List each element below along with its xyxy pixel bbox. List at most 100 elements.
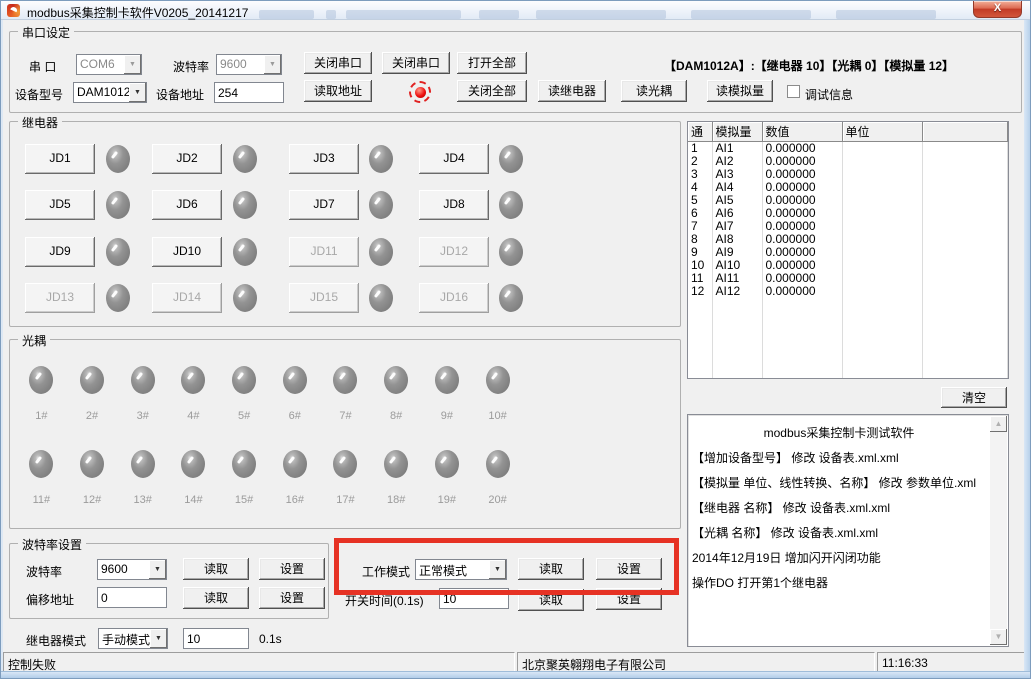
- close-serial-button-2[interactable]: 关闭串口: [382, 52, 450, 74]
- opto-channel-label: 19#: [438, 494, 456, 506]
- switch-time-set-button[interactable]: 设置: [596, 588, 662, 610]
- switch-time-label: 开关时间(0.1s): [345, 592, 424, 609]
- open-all-button[interactable]: 打开全部: [457, 52, 527, 74]
- opto-channel: 4#: [168, 366, 219, 422]
- opto-channel-label: 5#: [238, 410, 250, 422]
- status-time: 11:16:33: [877, 652, 1027, 672]
- read-address-button[interactable]: 读取地址: [304, 80, 372, 102]
- window-border-right: [1024, 20, 1030, 671]
- relay-button-jd5[interactable]: JD5: [25, 190, 95, 220]
- offset-set-button[interactable]: 设置: [259, 587, 325, 609]
- opto-channel: 15#: [219, 450, 270, 506]
- baud-set-combobox[interactable]: 9600 ▼: [97, 559, 167, 580]
- relay-group: 继电器 JD1JD2JD3JD4JD5JD6JD7JD8JD9JD10JD11J…: [9, 121, 681, 327]
- opto-led-icon: [29, 366, 53, 394]
- window-border-bottom: [1, 671, 1030, 678]
- opto-channel-label: 11#: [33, 494, 51, 506]
- table-row: 7AI70.000000: [688, 220, 1008, 233]
- opto-channel: 9#: [422, 366, 473, 422]
- table-row: 1AI10.000000: [688, 142, 1008, 156]
- analog-table-header-cell: 单位: [842, 122, 922, 142]
- close-button[interactable]: X: [973, 1, 1022, 18]
- baud-set-button[interactable]: 设置: [259, 558, 325, 580]
- model-value: DAM1012A: [74, 83, 129, 102]
- opto-channel: 3#: [117, 366, 168, 422]
- scroll-down-icon[interactable]: ▼: [990, 629, 1007, 645]
- titlebar: modbus采集控制卡软件V0205_20141217 X: [1, 1, 1030, 20]
- relay-led-icon: [106, 191, 130, 219]
- app-icon: [7, 4, 20, 17]
- relay-button-jd3[interactable]: JD3: [289, 144, 359, 174]
- clear-button[interactable]: 清空: [941, 387, 1007, 408]
- relay-button-jd9[interactable]: JD9: [25, 237, 95, 267]
- relay-button-jd6[interactable]: JD6: [152, 190, 222, 220]
- read-opto-button[interactable]: 读光耦: [621, 80, 687, 102]
- relay-button-jd4[interactable]: JD4: [419, 144, 489, 174]
- relay-mode-time-input[interactable]: [183, 628, 249, 649]
- relay-led-icon: [499, 238, 523, 266]
- model-combobox[interactable]: DAM1012A ▼: [73, 82, 147, 103]
- opto-channel: 19#: [422, 450, 473, 506]
- analog-table-header-cell: [922, 122, 1008, 142]
- relay-led-icon: [106, 284, 130, 312]
- relay-mode-unit-label: 0.1s: [259, 632, 282, 646]
- relay-led-icon: [233, 145, 257, 173]
- switch-time-input[interactable]: [439, 588, 509, 609]
- chevron-down-icon: ▼: [150, 629, 167, 648]
- opto-channel: 6#: [269, 366, 320, 422]
- debug-label: 调试信息: [805, 86, 853, 103]
- close-serial-button-1[interactable]: 关闭串口: [304, 52, 372, 74]
- close-all-button[interactable]: 关闭全部: [457, 80, 527, 102]
- log-scrollbar[interactable]: ▲ ▼: [990, 416, 1007, 645]
- opto-channel: 2#: [67, 366, 118, 422]
- opto-led-icon: [384, 366, 408, 394]
- background-window-artifact: [536, 10, 666, 19]
- offset-input[interactable]: [97, 587, 167, 608]
- opto-channel: 14#: [168, 450, 219, 506]
- relay-button-jd10[interactable]: JD10: [152, 237, 222, 267]
- baud-read-button[interactable]: 读取: [183, 558, 249, 580]
- table-row: 3AI30.000000: [688, 168, 1008, 181]
- relay-button-jd8[interactable]: JD8: [419, 190, 489, 220]
- log-line: 2014年12月19日 增加闪开闪闭功能: [692, 546, 986, 571]
- debug-checkbox[interactable]: [787, 85, 800, 98]
- port-combobox[interactable]: COM6 ▼: [76, 54, 142, 75]
- offset-read-button[interactable]: 读取: [183, 587, 249, 609]
- switch-time-read-button[interactable]: 读取: [518, 589, 584, 611]
- relay-button-jd7[interactable]: JD7: [289, 190, 359, 220]
- opto-channel: 1#: [16, 366, 67, 422]
- work-mode-read-button[interactable]: 读取: [518, 558, 584, 580]
- chevron-down-icon: ▼: [129, 83, 146, 102]
- table-row: 9AI90.000000: [688, 246, 1008, 259]
- read-relay-button[interactable]: 读继电器: [538, 80, 606, 102]
- device-info-text: 【DAM1012A】:【继电器 10】【光耦 0】【模拟量 12】: [664, 57, 954, 74]
- table-row: [688, 350, 1008, 363]
- relay-button-jd14: JD14: [152, 283, 222, 313]
- table-row: [688, 298, 1008, 311]
- relay-button-jd2[interactable]: JD2: [152, 144, 222, 174]
- table-row: 8AI80.000000: [688, 233, 1008, 246]
- status-company: 北京聚英翱翔电子有限公司: [517, 652, 875, 672]
- scroll-up-icon[interactable]: ▲: [990, 416, 1007, 432]
- device-address-input[interactable]: [214, 82, 284, 103]
- opto-led-icon: [435, 450, 459, 478]
- analog-table-header-cell: 通: [688, 122, 712, 142]
- work-mode-set-button[interactable]: 设置: [596, 558, 662, 580]
- serial-status-led-icon: [409, 81, 431, 103]
- baud-combobox[interactable]: 9600 ▼: [216, 54, 282, 75]
- chevron-down-icon: ▼: [149, 560, 166, 579]
- opto-channel-label: 12#: [83, 494, 101, 506]
- opto-led-icon: [232, 366, 256, 394]
- work-mode-combobox[interactable]: 正常模式 ▼: [415, 559, 507, 580]
- relay-mode-label: 继电器模式: [26, 632, 86, 649]
- addr-label: 设备地址: [156, 86, 204, 103]
- opto-row-2: 11#12#13#14#15#16#17#18#19#20#: [16, 450, 676, 506]
- read-analog-button[interactable]: 读模拟量: [707, 80, 773, 102]
- opto-led-icon: [283, 450, 307, 478]
- relay-led-icon: [499, 145, 523, 173]
- opto-led-icon: [283, 366, 307, 394]
- offset-label: 偏移地址: [26, 591, 74, 608]
- relay-button-jd1[interactable]: JD1: [25, 144, 95, 174]
- relay-mode-combobox[interactable]: 手动模式 ▼: [98, 628, 168, 649]
- log-line: 【光耦 名称】 修改 设备表.xml.xml: [692, 521, 986, 546]
